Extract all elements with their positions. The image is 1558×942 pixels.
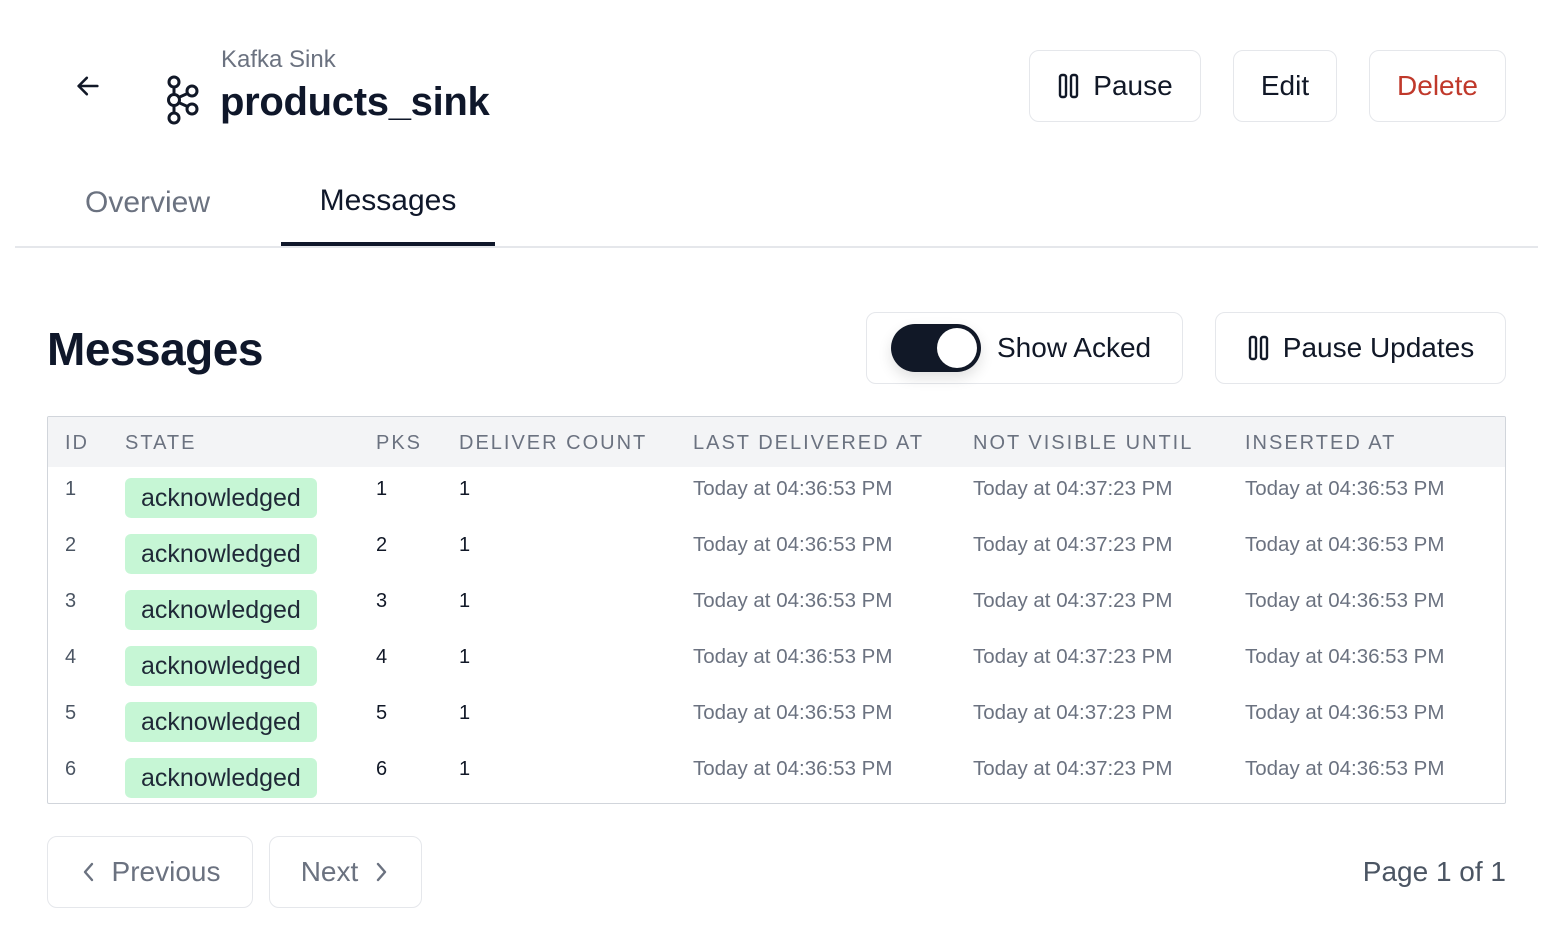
cell-not-visible-until: Today at 04:37:23 PM <box>973 533 1173 556</box>
cell-id: 4 <box>65 645 77 668</box>
column-header-id: ID <box>65 432 89 454</box>
table-row[interactable]: 1 acknowledged 1 1 Today at 04:36:53 PM … <box>48 467 1505 523</box>
state-badge: acknowledged <box>125 702 317 742</box>
state-badge: acknowledged <box>125 478 317 518</box>
table-row[interactable]: 6 acknowledged 6 1 Today at 04:36:53 PM … <box>48 747 1505 803</box>
cell-id: 6 <box>65 757 77 780</box>
cell-inserted-at: Today at 04:36:53 PM <box>1245 645 1445 668</box>
pause-button[interactable]: Pause <box>1029 50 1201 122</box>
cell-pks: 2 <box>376 533 388 556</box>
cell-inserted-at: Today at 04:36:53 PM <box>1245 589 1445 612</box>
page-header: Kafka Sink products_sink Pause Edit Dele… <box>0 0 1558 150</box>
cell-inserted-at: Today at 04:36:53 PM <box>1245 477 1445 500</box>
kafka-icon <box>167 75 199 125</box>
table-row[interactable]: 4 acknowledged 4 1 Today at 04:36:53 PM … <box>48 635 1505 691</box>
cell-last-delivered-at: Today at 04:36:53 PM <box>693 589 893 612</box>
messages-table: ID STATE PKS DELIVER COUNT LAST DELIVERE… <box>47 416 1506 804</box>
next-label: Next <box>300 856 359 887</box>
cell-id: 3 <box>65 589 77 612</box>
toggle-knob <box>937 328 977 368</box>
table-header: ID STATE PKS DELIVER COUNT LAST DELIVERE… <box>48 417 1505 467</box>
cell-deliver-count: 1 <box>459 701 471 724</box>
pause-icon <box>1248 335 1268 361</box>
delete-button[interactable]: Delete <box>1369 50 1506 122</box>
cell-last-delivered-at: Today at 04:36:53 PM <box>693 645 893 668</box>
tab-bar: Overview Messages <box>15 160 1538 248</box>
state-badge: acknowledged <box>125 534 317 574</box>
next-page-button[interactable]: Next <box>269 836 422 908</box>
cell-deliver-count: 1 <box>459 757 471 780</box>
state-badge: acknowledged <box>125 590 317 630</box>
tab-overview[interactable]: Overview <box>65 160 230 246</box>
cell-pks: 5 <box>376 701 388 724</box>
cell-not-visible-until: Today at 04:37:23 PM <box>973 645 1173 668</box>
cell-id: 2 <box>65 533 77 556</box>
delete-button-label: Delete <box>1397 70 1478 101</box>
cell-last-delivered-at: Today at 04:36:53 PM <box>693 477 893 500</box>
show-acked-label: Show Acked <box>997 332 1152 363</box>
show-acked-toggle[interactable]: Show Acked <box>866 312 1183 384</box>
cell-not-visible-until: Today at 04:37:23 PM <box>973 589 1173 612</box>
cell-not-visible-until: Today at 04:37:23 PM <box>973 477 1173 500</box>
tab-messages[interactable]: Messages <box>281 160 495 246</box>
pause-button-label: Pause <box>1093 70 1173 101</box>
cell-inserted-at: Today at 04:36:53 PM <box>1245 533 1445 556</box>
cell-deliver-count: 1 <box>459 645 471 668</box>
section-title: Messages <box>47 323 263 375</box>
cell-last-delivered-at: Today at 04:36:53 PM <box>693 533 893 556</box>
table-row[interactable]: 3 acknowledged 3 1 Today at 04:36:53 PM … <box>48 579 1505 635</box>
state-badge: acknowledged <box>125 646 317 686</box>
page-indicator: Page 1 of 1 <box>1362 856 1506 887</box>
pause-icon <box>1059 73 1079 99</box>
cell-not-visible-until: Today at 04:37:23 PM <box>973 757 1173 780</box>
cell-deliver-count: 1 <box>459 589 471 612</box>
state-badge: acknowledged <box>125 758 317 798</box>
cell-not-visible-until: Today at 04:37:23 PM <box>973 701 1173 724</box>
chevron-right-icon <box>377 862 387 882</box>
table-row[interactable]: 5 acknowledged 5 1 Today at 04:36:53 PM … <box>48 691 1505 747</box>
cell-inserted-at: Today at 04:36:53 PM <box>1245 757 1445 780</box>
cell-pks: 1 <box>376 477 388 500</box>
resource-type-label: Kafka Sink <box>221 46 336 73</box>
previous-label: Previous <box>111 856 221 887</box>
column-header-last-delivered-at: LAST DELIVERED AT <box>693 432 925 454</box>
cell-deliver-count: 1 <box>459 533 471 556</box>
arrow-left-icon <box>77 76 99 96</box>
cell-id: 1 <box>65 477 77 500</box>
chevron-left-icon <box>83 862 93 882</box>
cell-pks: 4 <box>376 645 388 668</box>
cell-pks: 6 <box>376 757 388 780</box>
back-button[interactable] <box>68 66 108 106</box>
column-header-state: STATE <box>125 432 197 454</box>
column-header-deliver-count: DELIVER COUNT <box>459 432 648 454</box>
page-title: products_sink <box>220 80 490 124</box>
cell-id: 5 <box>65 701 77 724</box>
toggle-switch[interactable] <box>891 324 981 372</box>
cell-deliver-count: 1 <box>459 477 471 500</box>
cell-last-delivered-at: Today at 04:36:53 PM <box>693 701 893 724</box>
table-row[interactable]: 2 acknowledged 2 1 Today at 04:36:53 PM … <box>48 523 1505 579</box>
edit-button-label: Edit <box>1260 70 1310 101</box>
column-header-pks: PKS <box>376 432 423 454</box>
pause-updates-button[interactable]: Pause Updates <box>1215 312 1506 384</box>
cell-pks: 3 <box>376 589 388 612</box>
cell-last-delivered-at: Today at 04:36:53 PM <box>693 757 893 780</box>
previous-page-button[interactable]: Previous <box>47 836 253 908</box>
pause-updates-label: Pause Updates <box>1282 332 1475 363</box>
cell-inserted-at: Today at 04:36:53 PM <box>1245 701 1445 724</box>
edit-button[interactable]: Edit <box>1233 50 1337 122</box>
column-header-inserted-at: INSERTED AT <box>1245 432 1397 454</box>
column-header-not-visible-until: NOT VISIBLE UNTIL <box>973 432 1194 454</box>
